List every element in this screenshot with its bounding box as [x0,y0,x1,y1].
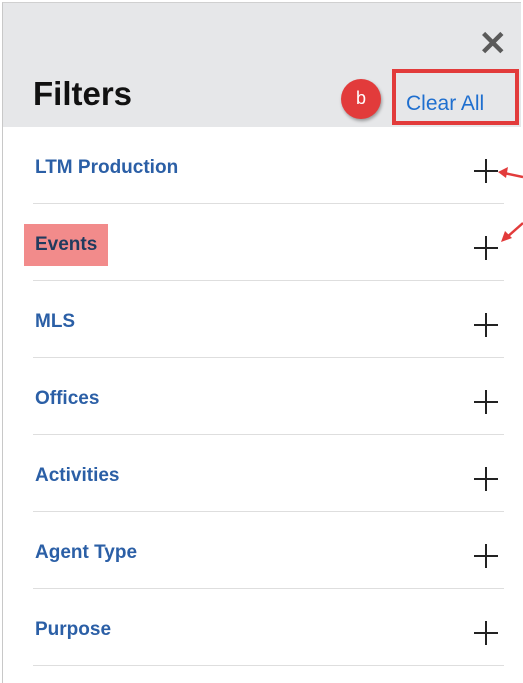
plus-icon[interactable] [474,159,498,183]
filter-row-offices[interactable]: Offices [33,358,504,435]
callout-badge: b [341,79,381,119]
close-icon[interactable]: ✕ [479,27,508,61]
filter-label: Agent Type [35,542,138,563]
filter-row-agent-type[interactable]: Agent Type [33,512,504,589]
filters-header: ✕ Filters b Clear All [3,3,521,127]
filter-row-activities[interactable]: Activities [33,435,504,512]
filter-label: Offices [35,388,100,409]
filter-label: MLS [35,311,76,332]
plus-icon[interactable] [474,467,498,491]
filter-row-events[interactable]: Events [24,204,504,281]
filter-label: LTM Production [35,157,179,178]
filter-row-mls[interactable]: MLS [33,281,504,358]
filters-panel: ✕ Filters b Clear All LTM Production Eve… [2,2,521,683]
page-title: Filters [33,75,133,112]
filter-label: Purpose [35,619,112,640]
plus-icon[interactable] [474,236,498,260]
filter-row-ltm-production[interactable]: LTM Production [33,127,504,204]
plus-icon[interactable] [474,313,498,337]
filter-list: LTM Production Events MLS Offices Activi… [24,127,504,666]
plus-icon[interactable] [474,390,498,414]
clear-all-button[interactable]: Clear All [392,69,519,125]
plus-icon[interactable] [474,621,498,645]
filter-label: Events [24,224,109,266]
plus-icon[interactable] [474,544,498,568]
filter-label: Activities [35,465,120,486]
filter-row-purpose[interactable]: Purpose [33,589,504,666]
